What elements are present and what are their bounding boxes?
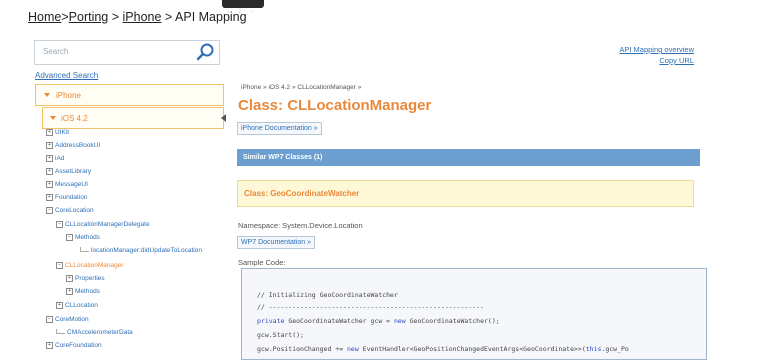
- tree-item[interactable]: + AssetLibrary: [46, 168, 91, 175]
- tree-item-label: AssetLibrary: [55, 168, 92, 176]
- tree-item-label: CLLocation: [65, 302, 98, 310]
- code-line: gcw.PositionChanged += new EventHandler<…: [257, 345, 629, 353]
- breadcrumb-separator: >: [161, 10, 176, 24]
- tree-item[interactable]: locationManager:didUpdateToLocation: [80, 247, 202, 254]
- tree-item-label: Properties: [75, 275, 105, 283]
- iphone-documentation-button[interactable]: iPhone Documentation »: [237, 122, 322, 135]
- code-keyword: new: [393, 317, 406, 325]
- page-links: API Mapping overview Copy URL: [619, 44, 694, 66]
- content-breadcrumb: iPhone » iOS 4.2 » CLLocationManager »: [241, 84, 362, 91]
- code-text: gcw.PositionChanged +=: [257, 345, 348, 353]
- expand-box-icon[interactable]: +: [46, 342, 53, 349]
- breadcrumb-iphone[interactable]: iPhone: [123, 10, 162, 24]
- expand-icon[interactable]: [50, 116, 56, 120]
- code-line: // -------------------------------------…: [257, 303, 484, 311]
- namespace-text: Namespace: System.Device.Location: [238, 221, 363, 230]
- viewer-controls[interactable]: ‹ 2 ›: [222, 0, 264, 15]
- code-line: // Initializing GeoCoordinateWatcher: [257, 291, 398, 299]
- code-line: gcw.Start();: [257, 331, 304, 339]
- expand-box-icon[interactable]: +: [46, 142, 53, 149]
- collapse-box-icon[interactable]: −: [56, 262, 63, 269]
- search-icon[interactable]: [195, 42, 215, 62]
- tree-node-label: iPhone: [56, 91, 81, 100]
- expand-box-icon[interactable]: +: [66, 288, 73, 295]
- tree-item-label: UIKit: [55, 129, 70, 137]
- tree-item[interactable]: − CLLocationManagerDelegate: [56, 221, 150, 228]
- tree-item[interactable]: + iAd: [46, 155, 64, 162]
- breadcrumb-porting[interactable]: Porting: [69, 10, 109, 24]
- code-line: private GeoCoordinateWatcher gcw = new G…: [257, 317, 500, 325]
- expand-box-icon[interactable]: +: [46, 194, 53, 201]
- search-input[interactable]: Search: [34, 40, 220, 65]
- tree-item-label: Foundation: [55, 194, 88, 202]
- sample-code-label: Sample Code:: [238, 258, 286, 267]
- tree-item-label: CoreMotion: [55, 316, 89, 324]
- code-text: GeoCoordinateWatcher();: [405, 317, 500, 325]
- tree-item-label: CLLocationManager: [65, 262, 124, 270]
- wp7-documentation-button[interactable]: WP7 Documentation »: [237, 236, 316, 249]
- tree-item[interactable]: + UIKit: [46, 129, 69, 136]
- collapse-sidebar-icon[interactable]: [221, 114, 226, 122]
- breadcrumb-home[interactable]: Home: [28, 10, 61, 24]
- code-keyword: new: [347, 345, 359, 353]
- tree-item-label: iAd: [55, 155, 65, 163]
- tree-item-label: CoreLocation: [55, 207, 94, 215]
- collapse-box-icon[interactable]: −: [66, 234, 73, 241]
- breadcrumb-separator: >: [108, 10, 123, 24]
- tree-item-label: Methods: [75, 288, 100, 296]
- code-text: .gcw_Po: [601, 345, 629, 353]
- tree-item-label: CMAccelerometerData: [67, 329, 133, 336]
- advanced-search-link[interactable]: Advanced Search: [35, 71, 98, 80]
- breadcrumb-current: API Mapping: [175, 10, 247, 24]
- tree-item[interactable]: − Methods: [66, 234, 100, 241]
- tree-item[interactable]: + CoreFoundation: [46, 342, 102, 349]
- copy-url-link[interactable]: Copy URL: [619, 55, 694, 66]
- code-keyword: private: [257, 317, 285, 325]
- breadcrumb-separator: >: [61, 10, 69, 24]
- api-mapping-overview-link[interactable]: API Mapping overview: [619, 44, 694, 55]
- tree-item[interactable]: − CoreMotion: [46, 316, 89, 323]
- tree-item[interactable]: + CLLocation: [56, 302, 98, 309]
- expand-box-icon[interactable]: +: [66, 275, 73, 282]
- collapse-box-icon[interactable]: −: [56, 221, 63, 228]
- expand-box-icon[interactable]: +: [46, 155, 53, 162]
- tree-item[interactable]: + Properties: [66, 275, 105, 282]
- tree-node-iphone[interactable]: iPhone: [35, 84, 224, 106]
- expand-box-icon[interactable]: +: [46, 168, 53, 175]
- expand-icon[interactable]: [44, 93, 50, 97]
- code-keyword: this: [585, 345, 602, 353]
- tree-item-selected[interactable]: − CLLocationManager: [56, 262, 124, 269]
- expand-box-icon[interactable]: +: [46, 181, 53, 188]
- tree-item[interactable]: CMAccelerometerData: [56, 329, 133, 336]
- code-text: EventHandler<GeoPositionChangedEventArgs…: [358, 345, 586, 353]
- similar-classes-header: Similar WP7 Classes (1): [237, 149, 700, 166]
- tree-item[interactable]: + AddressBookUI: [46, 142, 100, 149]
- tree-item-label: locationManager:didUpdateToLocation: [91, 247, 202, 254]
- tree-node-ios[interactable]: iOS 4.2: [42, 107, 224, 129]
- next-icon[interactable]: ›: [246, 9, 258, 16]
- page-title: Class: CLLocationManager: [238, 97, 432, 114]
- code-text: GeoCoordinateWatcher gcw =: [284, 317, 394, 325]
- tree-node-label: iOS 4.2: [61, 114, 88, 123]
- code-sample: // Initializing GeoCoordinateWatcher // …: [241, 268, 707, 360]
- tree-item-label: CLLocationManagerDelegate: [65, 221, 150, 229]
- tree-item-label: Methods: [75, 234, 100, 242]
- similar-class-box: Class: GeoCoordinateWatcher: [237, 180, 694, 207]
- tree-item-label: AddressBookUI: [55, 142, 101, 150]
- collapse-box-icon[interactable]: −: [46, 316, 53, 323]
- tree-item-label: MessageUI: [55, 181, 88, 189]
- tree-item[interactable]: + MessageUI: [46, 181, 88, 188]
- expand-box-icon[interactable]: +: [46, 129, 53, 136]
- tree-item[interactable]: + Foundation: [46, 194, 88, 201]
- tree-item-label: CoreFoundation: [55, 342, 102, 350]
- expand-box-icon[interactable]: +: [56, 302, 63, 309]
- similar-classes-title: Similar WP7 Classes (1): [243, 154, 323, 161]
- tree-item[interactable]: − CoreLocation: [46, 207, 94, 214]
- similar-class-title: Class: GeoCoordinateWatcher: [244, 189, 360, 198]
- collapse-box-icon[interactable]: −: [46, 207, 53, 214]
- search-placeholder: Search: [43, 47, 69, 56]
- tree-item[interactable]: + Methods: [66, 288, 100, 295]
- breadcrumb: Home>Porting > iPhone > API Mapping: [28, 10, 247, 24]
